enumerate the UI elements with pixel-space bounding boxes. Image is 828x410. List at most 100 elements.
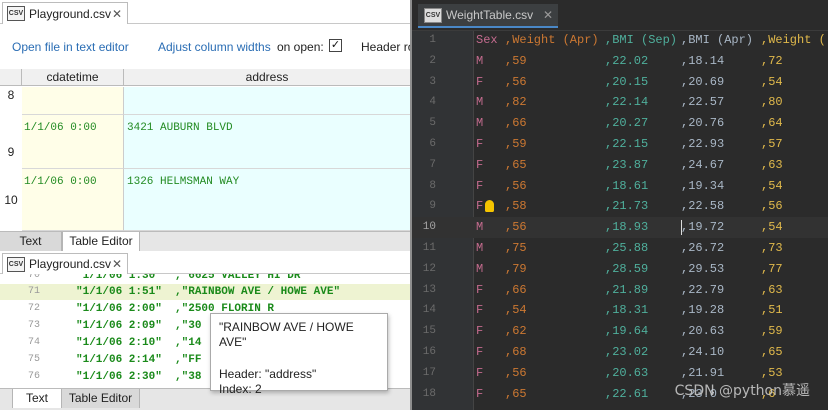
line-number: 70 (27, 274, 40, 281)
csv-field: ,62 (505, 324, 527, 339)
line-number: 72 (27, 303, 40, 314)
csv-field: ,20.76 (681, 116, 725, 131)
csv-field: ,63 (761, 282, 783, 297)
line-number: 10 (422, 221, 436, 234)
line-text: "1/1/06 2:30" ,"38 (76, 371, 202, 383)
csv-line: 3 F ,56 ,20.15 ,20.69 ,54 (412, 72, 828, 93)
table-cell-date[interactable] (22, 87, 124, 115)
csv-line: 16 F ,68 ,23.02 ,24.10 ,65 (412, 342, 828, 363)
line-number: 2 (429, 54, 436, 67)
table-cell-address[interactable] (124, 87, 410, 115)
csv-field: ,20.63 (605, 365, 649, 380)
csv-field: ,63 (761, 157, 783, 172)
row-number: 8 (7, 88, 15, 102)
on-open-label: on open: (277, 40, 324, 54)
tab-title: Playground.csv (29, 6, 112, 21)
adjust-column-widths-link[interactable]: Adjust column widths (158, 40, 271, 54)
csv-field: ,19.64 (605, 324, 649, 339)
table-cell-date[interactable]: 1/1/06 0:00 (22, 169, 124, 231)
csv-field: ,20.63 (681, 324, 725, 339)
csv-line: 14 F ,54 ,18.31 ,19.28 ,51 (412, 300, 828, 321)
csv-field: ,BMI (Sep) (605, 33, 678, 47)
csv-field: ,65 (761, 345, 783, 359)
csv-field: ,56 (761, 199, 783, 214)
csv-field: M (476, 220, 484, 235)
csv-field: ,79 (505, 261, 527, 276)
csv-field: M (476, 241, 484, 255)
csv-field: ,64 (761, 116, 783, 131)
csv-line: 13 F ,66 ,21.89 ,22.79 ,63 (412, 280, 828, 301)
close-icon[interactable]: ✕ (112, 257, 122, 271)
csv-line: 4 M ,82 ,22.14 ,22.57 ,80 (412, 92, 828, 113)
tab-weighttable-csv[interactable]: CSV WeightTable.csv ✕ (418, 4, 558, 28)
csv-field: ,22.15 (605, 137, 649, 151)
line-text: "1/1/06 2:10" ,"14 (76, 337, 202, 349)
tooltip-index: Index: 2 (219, 382, 262, 396)
table-cell-date[interactable]: 1/1/06 0:00 (22, 115, 124, 169)
row-number: 10 (4, 193, 18, 207)
column-header-address[interactable]: address (124, 69, 410, 86)
csv-field: ,54 (761, 178, 783, 193)
csv-line: 7 F ,65 ,23.87 ,24.67 ,63 (412, 155, 828, 176)
csv-field: ,18.61 (605, 178, 649, 193)
text-caret (681, 220, 682, 236)
close-icon[interactable]: ✕ (112, 7, 122, 21)
csv-field: ,BMI (Apr) (681, 33, 754, 47)
line-number: 17 (422, 366, 436, 379)
tooltip-header: Header: "address" (219, 367, 317, 381)
csv-field: ,59 (761, 324, 783, 339)
tab-text[interactable]: Text (0, 232, 62, 251)
csv-field: ,22.79 (681, 282, 725, 297)
csv-field: F (476, 324, 484, 339)
csv-field: ,20.69 (681, 74, 725, 89)
line-number: 75 (27, 354, 40, 365)
tab-table-editor[interactable]: Table Editor (62, 232, 140, 251)
csv-field: ,20.27 (605, 116, 649, 131)
csv-field: ,56 (505, 220, 527, 235)
csv-file-icon: CSV (7, 6, 25, 21)
line-text: "1/1/06 1:51" ,"RAINBOW AVE / HOWE AVE" (76, 286, 341, 298)
csv-field: ,29.53 (681, 261, 725, 276)
csv-field: ,51 (761, 303, 783, 318)
cell-tooltip: "RAINBOW AVE / HOWE AVE" Header: "addres… (210, 313, 388, 396)
csv-field: ,19.34 (681, 178, 725, 193)
line-number: 15 (422, 325, 436, 338)
line-number: 11 (422, 242, 436, 254)
csv-field: M (476, 95, 484, 110)
adjust-on-open-checkbox[interactable]: ✓ (329, 39, 342, 52)
code-line: 70 "1/1/06 1:30" ,"6625 VALLEY HI DR" (0, 274, 410, 284)
table-cell-address[interactable]: 3421 AUBURN BLVD (124, 115, 410, 169)
line-number: 71 (27, 286, 40, 297)
csv-field: ,56 (505, 178, 527, 193)
tab-playground-csv-2[interactable]: CSV Playground.csv ✕ (2, 253, 128, 274)
tab-playground-csv[interactable]: CSV Playground.csv ✕ (2, 2, 128, 24)
line-number: 73 (27, 320, 40, 331)
csv-field: ,23.02 (605, 345, 649, 359)
table-cell-address[interactable]: 1326 HELMSMAN WAY (124, 169, 410, 231)
tab-text[interactable]: Text (12, 389, 62, 408)
line-number: 8 (429, 179, 436, 192)
line-number: 5 (429, 117, 436, 130)
table-grid: cdatetime address 8 9 1/1/06 0:00 3421 A… (0, 69, 410, 231)
line-number: 74 (27, 337, 40, 348)
close-icon[interactable]: ✕ (543, 8, 553, 22)
csv-field: ,77 (761, 261, 783, 276)
line-number: 9 (429, 200, 436, 213)
csv-field: ,22.58 (681, 199, 725, 214)
line-number: 4 (429, 96, 436, 109)
csv-line: 1 Sex ,Weight (Apr) ,BMI (Sep) ,BMI (Apr) ,We… (412, 30, 828, 51)
csv-field: ,19.28 (681, 303, 725, 318)
csv-field: ,82 (505, 95, 527, 110)
csv-line: 6 F ,59 ,22.15 ,22.93 ,57 (412, 134, 828, 155)
line-number: 3 (429, 75, 436, 88)
lightbulb-icon[interactable] (485, 200, 494, 213)
column-header-cdatetime[interactable]: cdatetime (22, 69, 124, 86)
csv-field: ,19.72 (681, 220, 725, 235)
tab-table-editor[interactable]: Table Editor (62, 389, 140, 408)
csv-field: F (476, 282, 484, 297)
open-in-text-editor-link[interactable]: Open file in text editor (12, 40, 129, 54)
row-header-corner (0, 69, 22, 86)
line-number: 13 (422, 283, 436, 296)
line-number: 1 (429, 34, 436, 46)
csv-field: ,54 (505, 303, 527, 318)
